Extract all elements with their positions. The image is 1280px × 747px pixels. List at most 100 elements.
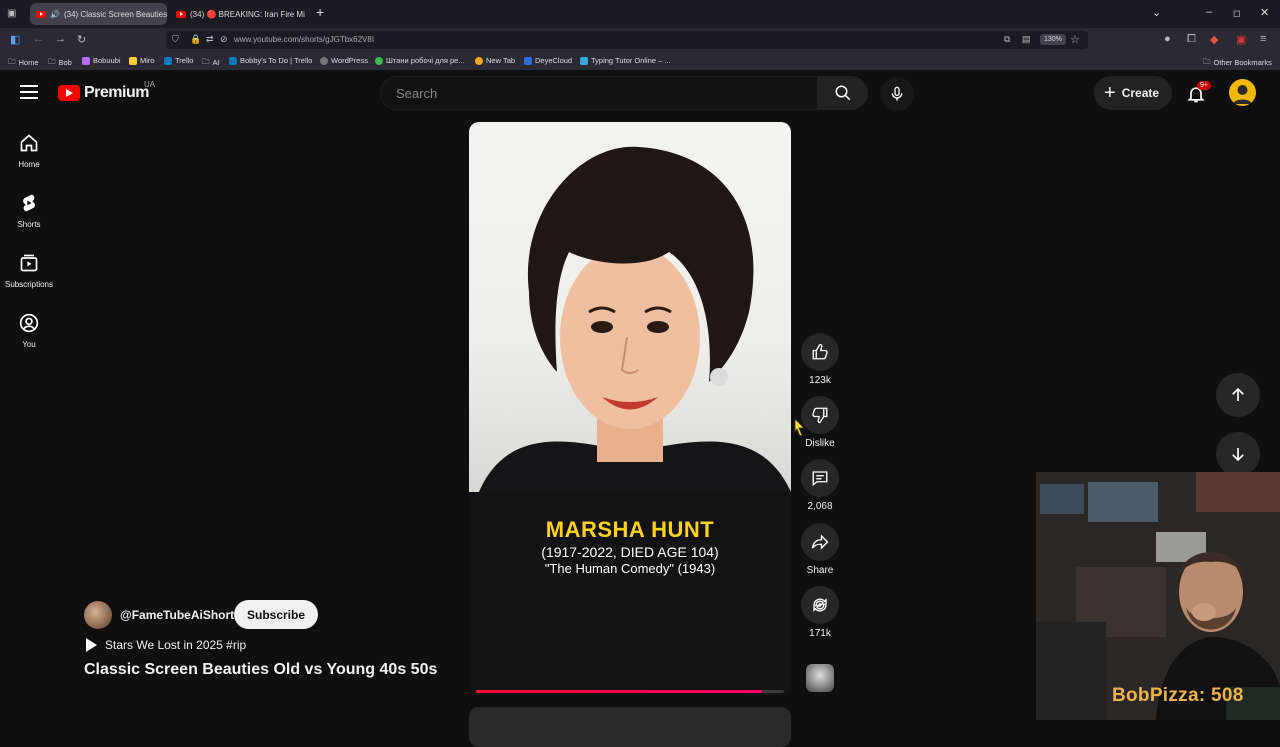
tab-breaking-news[interactable]: (34) 🔴 BREAKING: Iran Fire Mi ✕ <box>170 3 306 25</box>
bookmark-label: Home <box>18 58 39 67</box>
menu-icon[interactable]: ≡ <box>1260 33 1266 45</box>
plus-icon: + <box>1104 82 1116 104</box>
sidebar-item-home[interactable]: Home <box>0 133 58 169</box>
maximize-button[interactable]: ◻ <box>1233 8 1240 19</box>
video-progress-bar[interactable] <box>476 690 784 693</box>
bookmark-pants[interactable]: Штани робочі для ре... <box>375 56 465 65</box>
speaker-icon[interactable]: 🔊 <box>50 10 60 19</box>
shield-icon[interactable]: ⛉ <box>172 34 179 45</box>
search-input[interactable] <box>381 77 817 109</box>
youtube-page: Premium UA + Create 9+ Home Shorts Subsc… <box>0 71 1280 747</box>
bookmark-favicon-icon <box>164 56 172 65</box>
minimize-button[interactable]: – <box>1206 6 1212 18</box>
bookmark-label: Typing Tutor Online – ... <box>591 56 671 65</box>
caption-years: (1917-2022, DIED AGE 104) <box>541 544 719 560</box>
back-icon[interactable]: ← <box>33 33 44 45</box>
voice-search-button[interactable] <box>880 77 914 111</box>
reload-icon[interactable]: ↻ <box>77 33 86 46</box>
microphone-icon <box>891 86 903 101</box>
share-icon <box>811 534 829 550</box>
bookmarks-bar: 🗀 Home 🗀 Bob Bobuubi Miro Trello 🗀 AI Bobby… <box>0 52 1280 71</box>
bookmark-new-tab[interactable]: New Tab <box>475 56 515 65</box>
extensions-puzzle-icon[interactable]: ⧠ <box>1187 33 1196 46</box>
bookmark-miro[interactable]: Miro <box>129 56 155 65</box>
autoplay-blocked-icon[interactable]: ⊘ <box>220 34 228 45</box>
bookmark-favicon-icon <box>129 56 137 65</box>
next-short-button[interactable] <box>1216 432 1260 476</box>
youtube-favicon-icon <box>176 10 186 18</box>
url-bar[interactable]: ⛉ 🔒 ⇄ ⊘ www.youtube.com/shorts/gJGTbx62V… <box>166 31 1088 49</box>
home-icon <box>20 134 38 152</box>
bookmark-ai[interactable]: 🗀 AI <box>202 56 220 69</box>
dislike-button[interactable]: Dislike <box>800 396 840 449</box>
search-box[interactable] <box>380 76 818 110</box>
folder-icon: 🗀 <box>8 57 16 66</box>
sidebar-item-subscriptions[interactable]: Subscriptions <box>0 253 58 289</box>
remix-icon <box>813 598 827 612</box>
reader-view-icon[interactable]: ▤ <box>1022 34 1031 45</box>
next-short-preview[interactable] <box>469 707 791 747</box>
subscribe-button[interactable]: Subscribe <box>234 600 319 629</box>
play-icon <box>86 638 97 652</box>
new-tab-button[interactable]: + <box>316 4 324 20</box>
bookmark-home[interactable]: 🗀 Home <box>8 56 39 69</box>
permissions-icon[interactable]: ⇄ <box>206 34 214 45</box>
bookmark-bob[interactable]: 🗀 Bob <box>48 56 72 69</box>
shorts-video-player[interactable]: MARSHA HUNT (1917-2022, DIED AGE 104) "T… <box>469 122 791 695</box>
original-sound-thumbnail[interactable] <box>806 664 834 692</box>
bookmark-label: AI <box>212 58 220 67</box>
bookmark-label: WordPress <box>331 56 368 65</box>
playlist-link[interactable]: Stars We Lost in 2025 #rip <box>86 638 246 652</box>
sidebar-toggle-icon[interactable]: ◧ <box>10 33 20 46</box>
remix-button[interactable]: 171k <box>800 586 840 639</box>
bookmark-label: Bobuubi <box>93 56 121 65</box>
create-button[interactable]: + Create <box>1094 76 1172 110</box>
bookmark-label: DeyeCloud <box>535 56 573 65</box>
bookmark-typing-tutor[interactable]: Typing Tutor Online – ... <box>580 56 671 65</box>
caption-film: "The Human Comedy" (1943) <box>544 561 716 576</box>
bookmark-favicon-icon <box>375 56 383 65</box>
extension-icon[interactable]: ◆ <box>1210 33 1218 46</box>
youtube-premium-logo[interactable]: Premium <box>58 84 149 102</box>
search-icon <box>835 85 851 101</box>
bookmark-bobuubi[interactable]: Bobuubi <box>82 56 121 65</box>
search-button[interactable] <box>818 76 868 110</box>
thumbs-down-icon <box>812 407 828 424</box>
picture-in-picture-icon[interactable]: ⧉ <box>1004 34 1010 45</box>
account-avatar[interactable] <box>1229 79 1256 106</box>
tab-list-chevron-icon[interactable]: ⌄ <box>1152 6 1161 19</box>
channel-name[interactable]: @FameTubeAiShorts <box>120 608 241 622</box>
notification-count-badge: 9+ <box>1197 81 1211 90</box>
share-button[interactable]: Share <box>800 523 840 576</box>
forward-icon[interactable]: → <box>55 33 66 45</box>
tab-classic-screen-beauties[interactable]: 🔊 (34) Classic Screen Beauties ✕ <box>30 3 167 25</box>
channel-avatar[interactable] <box>84 601 112 629</box>
country-code: UA <box>144 80 156 89</box>
previous-short-button[interactable] <box>1216 373 1260 417</box>
bookmark-trello[interactable]: Trello <box>164 56 193 65</box>
playlist-label: Stars We Lost in 2025 #rip <box>105 638 247 652</box>
comments-button[interactable]: 2,068 <box>800 459 840 512</box>
folder-icon: 🗀 <box>202 57 210 66</box>
streamer-counter: BobPizza: 508 <box>1112 685 1244 706</box>
bookmark-favicon-icon <box>82 56 90 65</box>
zoom-level[interactable]: 130% <box>1040 34 1066 45</box>
sidebar-item-shorts[interactable]: Shorts <box>0 193 58 229</box>
bookmark-wordpress[interactable]: WordPress <box>320 56 368 65</box>
sidebar-item-you[interactable]: You <box>0 313 58 349</box>
bookmark-other[interactable]: 🗀 Other Bookmarks <box>1203 56 1272 69</box>
bookmark-deyecloud[interactable]: DeyeCloud <box>524 56 572 65</box>
tab-overview-icon[interactable]: ▣ <box>7 8 16 19</box>
extension-icon[interactable]: ● <box>1164 33 1171 45</box>
bookmark-bobbys-todo[interactable]: Bobby's To Do | Trello <box>229 56 312 65</box>
url-text: www.youtube.com/shorts/gJGTbx62V8I <box>234 35 375 44</box>
video-title: Classic Screen Beauties Old vs Young 40s… <box>84 661 438 678</box>
close-window-button[interactable]: ✕ <box>1260 6 1269 19</box>
like-button[interactable]: 123k <box>800 333 840 386</box>
you-icon <box>19 313 39 333</box>
folder-icon: 🗀 <box>1203 57 1211 66</box>
menu-icon[interactable] <box>20 85 38 99</box>
extension-icon[interactable]: ▣ <box>1236 33 1246 46</box>
bookmark-star-icon[interactable]: ☆ <box>1070 33 1080 46</box>
lock-icon[interactable]: 🔒 <box>190 34 201 45</box>
